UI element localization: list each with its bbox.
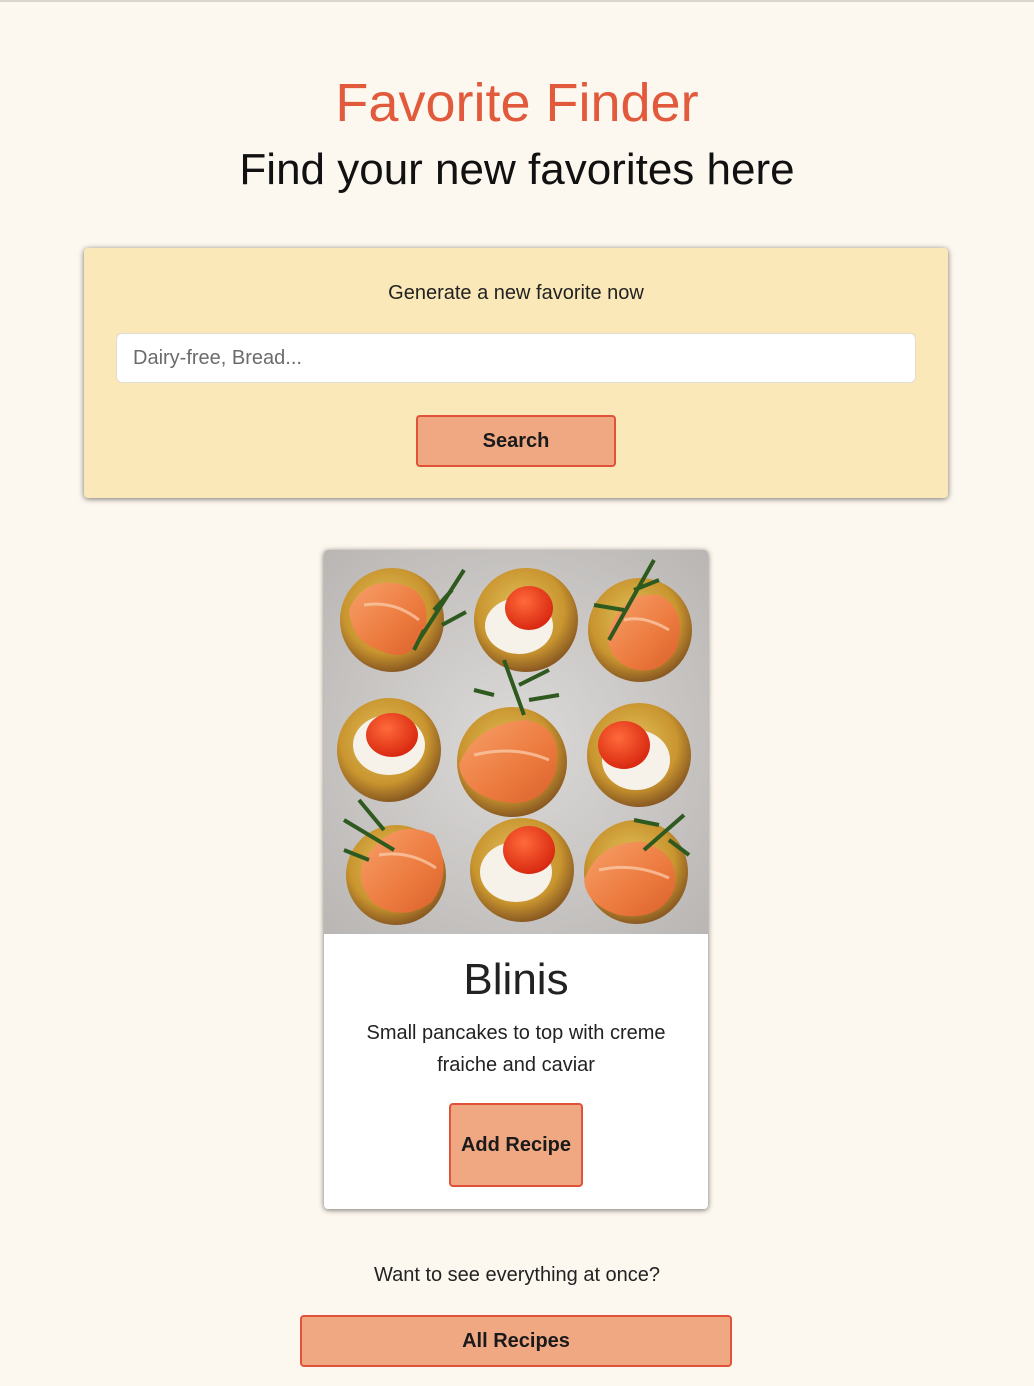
page-subtitle: Find your new favorites here xyxy=(239,145,795,194)
recipe-image xyxy=(324,550,708,934)
search-panel: Generate a new favorite now Search xyxy=(84,248,948,498)
blini-caviar xyxy=(337,698,441,802)
recipe-description: Small pancakes to top with creme fraiche… xyxy=(366,1022,666,1076)
search-button[interactable]: Search xyxy=(416,415,616,467)
recipe-title: Blinis xyxy=(463,955,569,1004)
blini-caviar xyxy=(587,703,691,807)
blini-caviar xyxy=(470,818,574,922)
search-input[interactable] xyxy=(116,333,916,383)
recipe-card: Blinis Small pancakes to top with creme … xyxy=(324,550,708,1209)
add-recipe-button[interactable]: Add Recipe xyxy=(449,1103,583,1187)
all-recipes-prompt: Want to see everything at once? xyxy=(373,1264,661,1286)
top-divider xyxy=(0,0,1034,2)
blini-caviar xyxy=(474,568,578,672)
search-heading: Generate a new favorite now xyxy=(388,282,644,304)
all-recipes-button[interactable]: All Recipes xyxy=(300,1315,732,1367)
page-title: Favorite Finder xyxy=(335,73,699,133)
